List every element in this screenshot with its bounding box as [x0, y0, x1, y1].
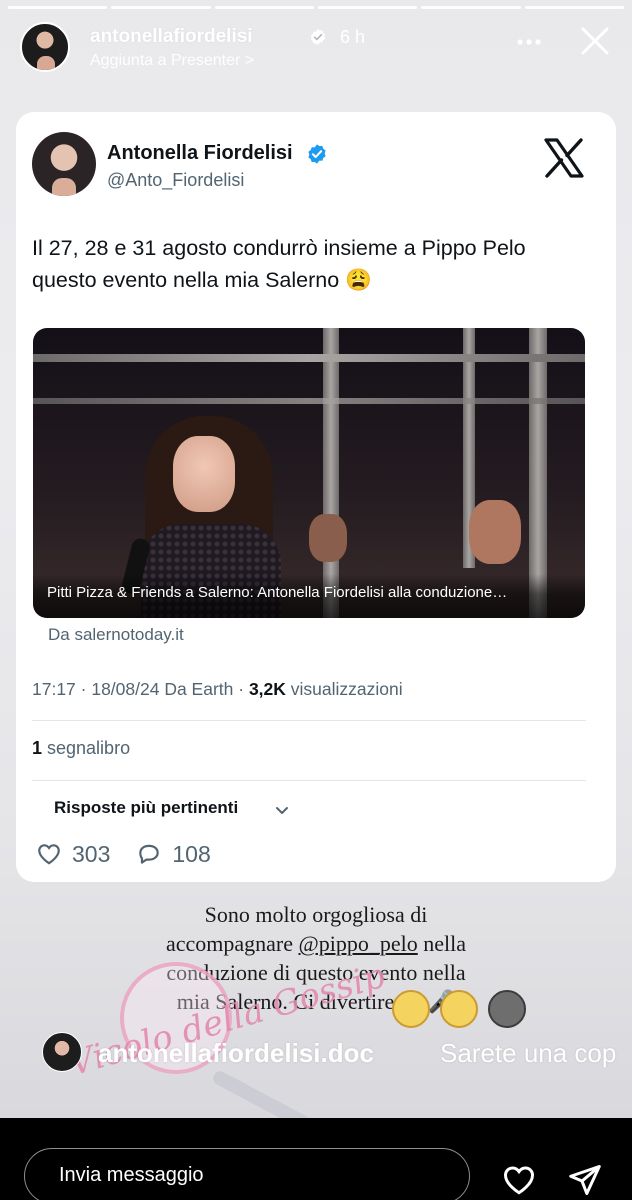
- verified-badge-icon: [308, 144, 326, 164]
- caption-text: accompagnare: [165, 931, 299, 956]
- close-icon[interactable]: [578, 24, 612, 58]
- background-person: [469, 500, 521, 564]
- scaffold-bar: [33, 398, 585, 404]
- message-input[interactable]: Invia messaggio: [24, 1148, 470, 1200]
- presenter-face: [173, 436, 235, 512]
- sticker-face: [488, 990, 526, 1028]
- likes-count: 303: [72, 840, 111, 867]
- views-count: 3,2K: [248, 679, 286, 699]
- x-logo-icon: [544, 138, 584, 178]
- comment-text: Sarete una cop: [440, 1038, 617, 1068]
- divider: [32, 720, 586, 721]
- tweet-handle: @Anto_Fiordelisi: [107, 170, 245, 190]
- story-frame: antonellafiordelisi 6 h Aggiunta a Prese…: [0, 0, 632, 1118]
- heart-icon[interactable]: [500, 1162, 538, 1198]
- progress-segment: [524, 6, 624, 9]
- replies-sort-label: Risposte più pertinenti: [54, 798, 239, 817]
- tweet-card: Antonella Fiordelisi @Anto_Fiordelisi Il…: [16, 112, 616, 882]
- story-time: 6 h: [340, 27, 366, 47]
- tweet-link-preview: Pitti Pizza & Friends a Salerno: Antonel…: [33, 328, 585, 618]
- tweet-text-line: Il 27, 28 e 31 agosto condurrò insieme a…: [32, 236, 526, 260]
- heart-icon: [38, 844, 60, 865]
- tweet-meta: 17:17 · 18/08/24 Da Earth · 3,2K visuali…: [32, 679, 403, 700]
- tweet-avatar: [32, 132, 96, 196]
- mention-link[interactable]: @pippo_pelo: [299, 931, 418, 956]
- story-username[interactable]: antonellafiordelisi: [90, 26, 253, 48]
- more-options-icon[interactable]: [514, 32, 544, 52]
- progress-segment: [111, 6, 211, 9]
- tweet-text-line: questo evento nella mia Salerno 😩: [32, 268, 372, 292]
- chevron-down-icon: [276, 807, 288, 814]
- link-preview-title: Pitti Pizza & Friends a Salerno: Antonel…: [33, 574, 585, 618]
- verified-badge-icon: [310, 29, 326, 45]
- caption-text: nella: [417, 931, 467, 956]
- divider: [32, 780, 586, 781]
- caption-line: Sono molto orgogliosa di: [204, 902, 428, 927]
- sticker-face: [392, 990, 430, 1028]
- story-header: antonellafiordelisi 6 h Aggiunta a Prese…: [20, 22, 618, 76]
- story-progress: [8, 6, 624, 9]
- caption-line: accompagnare @pippo_pelo nella: [120, 929, 512, 958]
- send-icon[interactable]: [566, 1162, 604, 1198]
- comment-username[interactable]: antonellafiordelisi.doc: [98, 1038, 374, 1069]
- progress-segment: [214, 6, 314, 9]
- sticker-face: [440, 990, 478, 1028]
- link-source: Da salernotoday.it: [48, 625, 184, 644]
- replies-count: 108: [172, 840, 211, 867]
- bookmarks-count: 1: [32, 738, 43, 758]
- tweet-display-name: Antonella Fiordelisi: [107, 142, 293, 164]
- story-avatar[interactable]: [20, 22, 70, 72]
- progress-segment: [8, 6, 108, 9]
- tweet-timestamp: 17:17 · 18/08/24 Da Earth ·: [32, 679, 249, 699]
- progress-segment: [317, 6, 418, 9]
- tweet-stats: 303 108: [36, 838, 237, 870]
- tweet-text: Il 27, 28 e 31 agosto condurrò insieme a…: [32, 232, 592, 296]
- progress-segment: [421, 6, 521, 9]
- story-bottom-bar: Invia messaggio: [0, 1118, 632, 1200]
- scaffold-bar: [33, 354, 585, 362]
- background-person: [309, 514, 347, 562]
- watermark-magnifier-handle: [210, 1068, 324, 1118]
- bookmarks-line: 1 segnalibro: [32, 738, 130, 759]
- bookmarks-label: segnalibro: [42, 738, 131, 758]
- comment-avatar[interactable]: [42, 1032, 82, 1072]
- decorative-stickers: [392, 990, 526, 1028]
- comment-icon: [139, 844, 160, 864]
- views-label: visualizzazioni: [285, 679, 403, 699]
- story-subtitle[interactable]: Aggiunta a Presenter >: [90, 52, 254, 70]
- comment-row: antonellafiordelisi.doc Sarete una cop: [42, 1030, 632, 1076]
